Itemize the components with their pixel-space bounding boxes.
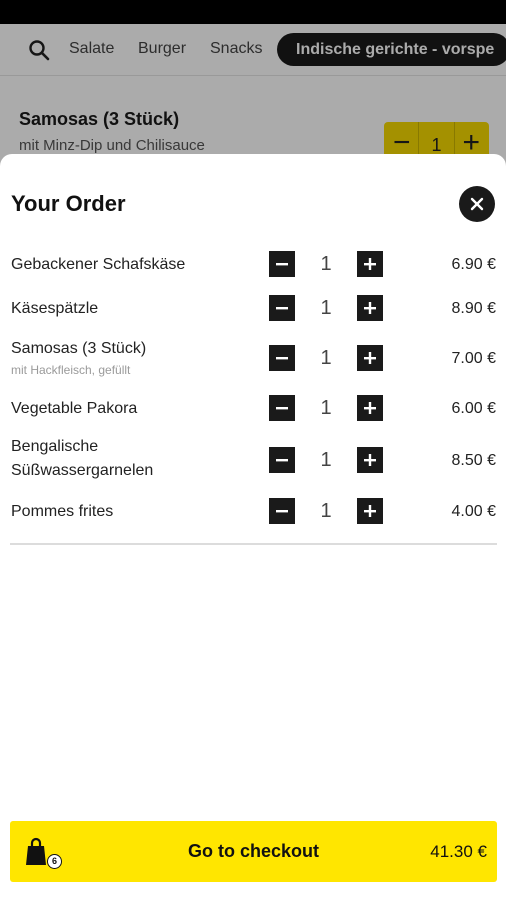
plus-icon [364, 352, 376, 364]
increase-quantity-button[interactable] [357, 447, 383, 473]
item-quantity: 1 [320, 253, 332, 275]
item-name: Pommes frites [11, 503, 114, 520]
plus-icon [364, 505, 376, 517]
checkout-button[interactable]: 6 Go to checkout 41.30 € [10, 821, 497, 882]
item-name: Gebackener Schafskäse [11, 256, 186, 273]
plus-icon [364, 258, 376, 270]
item-note: mit Hackfleisch, gefüllt [11, 363, 131, 377]
item-name: Käsespätzle [11, 300, 99, 317]
item-quantity: 1 [320, 297, 332, 319]
minus-icon [276, 459, 288, 462]
item-name: Vegetable Pakora [11, 400, 138, 417]
checkout-total: 41.30 € [430, 842, 487, 861]
item-price: 6.90 € [451, 256, 496, 273]
decrease-quantity-button[interactable] [269, 447, 295, 473]
item-price: 6.00 € [451, 400, 496, 417]
order-sheet: Your Order Gebackener Schafskäse 1 6.90 … [0, 154, 506, 900]
item-quantity: 1 [320, 397, 332, 419]
close-button[interactable] [459, 186, 495, 222]
decrease-quantity-button[interactable] [269, 295, 295, 321]
decrease-quantity-button[interactable] [269, 498, 295, 524]
close-icon [470, 197, 484, 211]
plus-icon [364, 454, 376, 466]
increase-quantity-button[interactable] [357, 498, 383, 524]
item-name: Samosas (3 Stück) [11, 340, 147, 357]
item-price: 8.90 € [451, 300, 496, 317]
item-quantity: 1 [320, 449, 332, 471]
item-name: Bengalische Süßwassergarnelen [11, 438, 154, 479]
item-quantity: 1 [320, 347, 332, 369]
item-price: 7.00 € [451, 350, 496, 367]
list-divider [10, 543, 497, 545]
item-quantity: 1 [320, 500, 332, 522]
plus-icon [364, 402, 376, 414]
decrease-quantity-button[interactable] [269, 395, 295, 421]
decrease-quantity-button[interactable] [269, 251, 295, 277]
increase-quantity-button[interactable] [357, 251, 383, 277]
decrease-quantity-button[interactable] [269, 345, 295, 371]
minus-icon [276, 407, 288, 410]
order-title: Your Order [11, 191, 126, 216]
checkout-label: Go to checkout [187, 841, 319, 861]
increase-quantity-button[interactable] [357, 295, 383, 321]
item-price: 8.50 € [451, 452, 496, 469]
minus-icon [276, 263, 288, 266]
item-price: 4.00 € [451, 503, 496, 520]
minus-icon [276, 357, 288, 360]
increase-quantity-button[interactable] [357, 395, 383, 421]
status-bar [0, 0, 506, 24]
minus-icon [276, 307, 288, 310]
minus-icon [276, 510, 288, 513]
plus-icon [364, 302, 376, 314]
increase-quantity-button[interactable] [357, 345, 383, 371]
